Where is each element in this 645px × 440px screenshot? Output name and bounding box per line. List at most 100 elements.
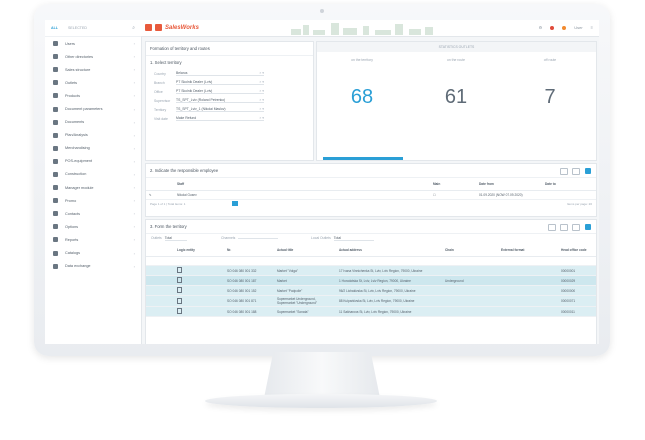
- field-select[interactable]: Make Refund × ▾: [176, 116, 264, 121]
- column-header[interactable]: Actual title: [274, 244, 336, 257]
- logo: SalesWorks: [145, 24, 199, 31]
- page-button[interactable]: [232, 201, 238, 206]
- title-cell: Supermarket Underground, Supermarket "Un…: [274, 295, 336, 307]
- row-checkbox[interactable]: [146, 306, 174, 317]
- column-header[interactable]: Actual address: [336, 244, 442, 257]
- user-avatar-icon[interactable]: [562, 25, 567, 30]
- clear-dropdown-icon[interactable]: × ▾: [259, 80, 264, 84]
- sidebar-item[interactable]: Catalogs ›: [45, 247, 141, 260]
- sidebar-item[interactable]: Promo ›: [45, 194, 141, 207]
- pager-info: Page 1 of 1 | Total items: 1: [150, 202, 186, 206]
- sidebar-item[interactable]: Contacts ›: [45, 207, 141, 220]
- sidebar-item[interactable]: Plan/Analysis ›: [45, 129, 141, 142]
- column-header[interactable]: Head office code: [558, 244, 596, 257]
- clear-dropdown-icon[interactable]: × ▾: [259, 107, 264, 111]
- row-checkbox[interactable]: [146, 265, 174, 276]
- sidebar-item[interactable]: Products ›: [45, 89, 141, 102]
- pager: Page 1 of 1 | Total items: 1 Items per p…: [146, 200, 596, 210]
- column-header[interactable]: Date to: [542, 178, 596, 191]
- tab-selected[interactable]: SELECTED: [68, 26, 87, 30]
- per-page[interactable]: Items per page: 20: [567, 202, 592, 206]
- link-icon[interactable]: [572, 168, 580, 175]
- row-checkbox[interactable]: [146, 295, 174, 307]
- sidebar-item[interactable]: Users ›: [45, 37, 141, 50]
- notification-icon[interactable]: [550, 25, 555, 30]
- column-header[interactable]: Staff: [174, 178, 430, 191]
- clear-dropdown-icon[interactable]: × ▾: [259, 98, 264, 102]
- logic-entity-cell: [174, 306, 224, 317]
- chevron-right-icon: ›: [133, 158, 135, 164]
- tab-all[interactable]: ALL: [51, 26, 58, 30]
- field-select[interactable]: Belarus × ▾: [176, 71, 264, 76]
- sidebar: ALL SELECTED ⌕ Users › Other directories › S…: [45, 20, 142, 344]
- row-checkbox[interactable]: [146, 275, 174, 286]
- sidebar-item[interactable]: Reports ›: [45, 233, 141, 246]
- field-select[interactable]: TS_SPT_Lviv (Roland Petrenko) × ▾: [176, 98, 264, 103]
- chevron-right-icon: ›: [133, 171, 135, 177]
- sidebar-item[interactable]: Documents ›: [45, 116, 141, 129]
- sidebar-item-label: Options: [65, 224, 79, 229]
- grid-icon[interactable]: [560, 168, 568, 175]
- field-select[interactable]: PT Skolnik Dealer (Lviv) × ▾: [176, 89, 264, 94]
- sidebar-item[interactable]: Construction ›: [45, 168, 141, 181]
- row-checkbox[interactable]: [146, 285, 174, 296]
- table-row[interactable]: SO 046 080 001 187 Market 1 Horodotska St,…: [146, 275, 596, 286]
- person-icon[interactable]: [560, 224, 568, 231]
- search-icon[interactable]: ⌕: [132, 25, 135, 31]
- sidebar-item[interactable]: Sales structure ›: [45, 63, 141, 76]
- column-header[interactable]: External format: [498, 244, 558, 257]
- sidebar-item[interactable]: Options ›: [45, 220, 141, 233]
- sidebar-item[interactable]: Other directories ›: [45, 50, 141, 63]
- address-cell: 1 Horodotska St, Lviv, Lviv Region, 7900…: [336, 275, 442, 286]
- stat-territory[interactable]: on the territory 68: [321, 52, 403, 144]
- column-header[interactable]: Date from: [476, 178, 542, 191]
- user-name[interactable]: User: [574, 25, 582, 30]
- add-button[interactable]: [585, 168, 591, 174]
- column-header[interactable]: Nr.: [224, 244, 274, 257]
- filter-outlets[interactable]: Outlets Total: [151, 236, 187, 241]
- menu-more-icon[interactable]: ≡: [591, 25, 593, 30]
- sidebar-item[interactable]: Document parameters ›: [45, 102, 141, 115]
- stat-route[interactable]: on the route 61: [415, 52, 497, 144]
- document-icon: [177, 277, 182, 283]
- sidebar-item[interactable]: POS-equipment ›: [45, 155, 141, 168]
- document-icon: [177, 267, 182, 273]
- add-button[interactable]: [585, 224, 591, 230]
- table-row[interactable]: SO 046 080 001 152 Market "Podpolie" 96/2 …: [146, 285, 596, 296]
- filter-channels[interactable]: Channels: [221, 236, 279, 240]
- field-row: Territory TS_SPT_Lviv_1 (Nikolai Maslov) ×…: [146, 105, 313, 114]
- column-header[interactable]: Logic entity: [174, 244, 224, 257]
- table-row[interactable]: ✎ Nikolai Gusev ☐ 01.09.2020 (NOW 07.09.…: [146, 190, 596, 200]
- table-row[interactable]: SO 046 080 001 188 Supermarket "Sonata" 11…: [146, 306, 596, 317]
- link-icon[interactable]: [572, 224, 580, 231]
- main-checkbox[interactable]: ☐: [430, 190, 476, 200]
- settings-icon[interactable]: ⚙: [539, 25, 543, 30]
- sidebar-item-label: Sales structure: [65, 67, 91, 72]
- table-row[interactable]: SO 046 080 001 332 Market "Volga" 17 Ivana…: [146, 265, 596, 276]
- field-select[interactable]: PT Skolnik Dealer (Lviv) × ▾: [176, 80, 264, 85]
- clear-dropdown-icon[interactable]: × ▾: [259, 116, 264, 120]
- menu-icon[interactable]: [145, 24, 152, 31]
- document-icon: [177, 308, 182, 314]
- column-header[interactable]: Main: [430, 178, 476, 191]
- sidebar-item[interactable]: Manager module ›: [45, 181, 141, 194]
- sidebar-item-label: Contacts: [65, 211, 80, 216]
- column-header[interactable]: Chain: [442, 244, 498, 257]
- clear-dropdown-icon[interactable]: × ▾: [259, 71, 264, 75]
- clear-dropdown-icon[interactable]: × ▾: [259, 89, 264, 93]
- menu-item-icon: [53, 119, 58, 125]
- sidebar-item-label: Plan/Analysis: [65, 133, 88, 138]
- chevron-right-icon: ›: [133, 41, 135, 47]
- table-row[interactable]: SO 046 080 001 871 Supermarket Undergroun…: [146, 295, 596, 307]
- field-select[interactable]: TS_SPT_Lviv_1 (Nikolai Maslov) × ▾: [176, 107, 264, 112]
- sidebar-item[interactable]: Data exchange ›: [45, 260, 141, 273]
- edit-icon[interactable]: ✎: [146, 190, 174, 200]
- menu-item-icon: [53, 211, 58, 217]
- title-cell: Market: [274, 275, 336, 286]
- chevron-right-icon: ›: [133, 80, 135, 86]
- grid-icon[interactable]: [548, 224, 556, 231]
- stat-off-route[interactable]: off route 7: [509, 52, 591, 144]
- sidebar-item[interactable]: Outlets ›: [45, 76, 141, 89]
- sidebar-item[interactable]: Merchandising ›: [45, 142, 141, 155]
- filter-local-outlets[interactable]: Local Outlets Total: [311, 236, 374, 241]
